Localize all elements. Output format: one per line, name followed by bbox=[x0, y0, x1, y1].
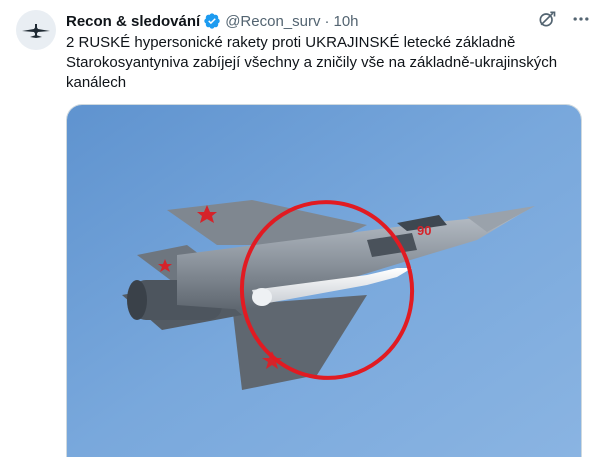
verified-badge-icon bbox=[204, 13, 220, 29]
author-avatar[interactable] bbox=[16, 10, 56, 50]
more-dots-icon bbox=[573, 17, 589, 21]
grok-icon bbox=[539, 11, 556, 27]
tweet-timestamp[interactable]: 10h bbox=[333, 13, 358, 30]
header-separator: · bbox=[324, 12, 330, 30]
tweet-text-line: kanálech bbox=[66, 74, 127, 91]
more-options-button[interactable] bbox=[570, 8, 592, 30]
fighter-jet-photo: 90 bbox=[67, 105, 581, 457]
tweet-media-image[interactable]: 90 bbox=[66, 104, 582, 457]
drone-avatar-icon bbox=[16, 10, 56, 50]
author-display-name[interactable]: Recon & sledování bbox=[66, 13, 200, 30]
author-handle[interactable]: @Recon_surv bbox=[225, 13, 320, 30]
tweet-text-line: 2 RUSKÉ hypersonické rakety proti UKRAJI… bbox=[66, 34, 516, 51]
aircraft-tail-number: 90 bbox=[417, 223, 431, 238]
tweet-actions bbox=[536, 8, 592, 30]
tweet-text: 2 RUSKÉ hypersonické rakety proti UKRAJI… bbox=[66, 33, 586, 93]
grok-button[interactable] bbox=[536, 8, 558, 30]
tweet-header: Recon & sledování @Recon_surv · 10h bbox=[66, 10, 359, 32]
tweet[interactable]: Recon & sledování @Recon_surv · 10h 2 RU… bbox=[0, 0, 606, 457]
tweet-text-line: Starokosyantyniva zabíjejí všechny a zni… bbox=[66, 54, 558, 71]
